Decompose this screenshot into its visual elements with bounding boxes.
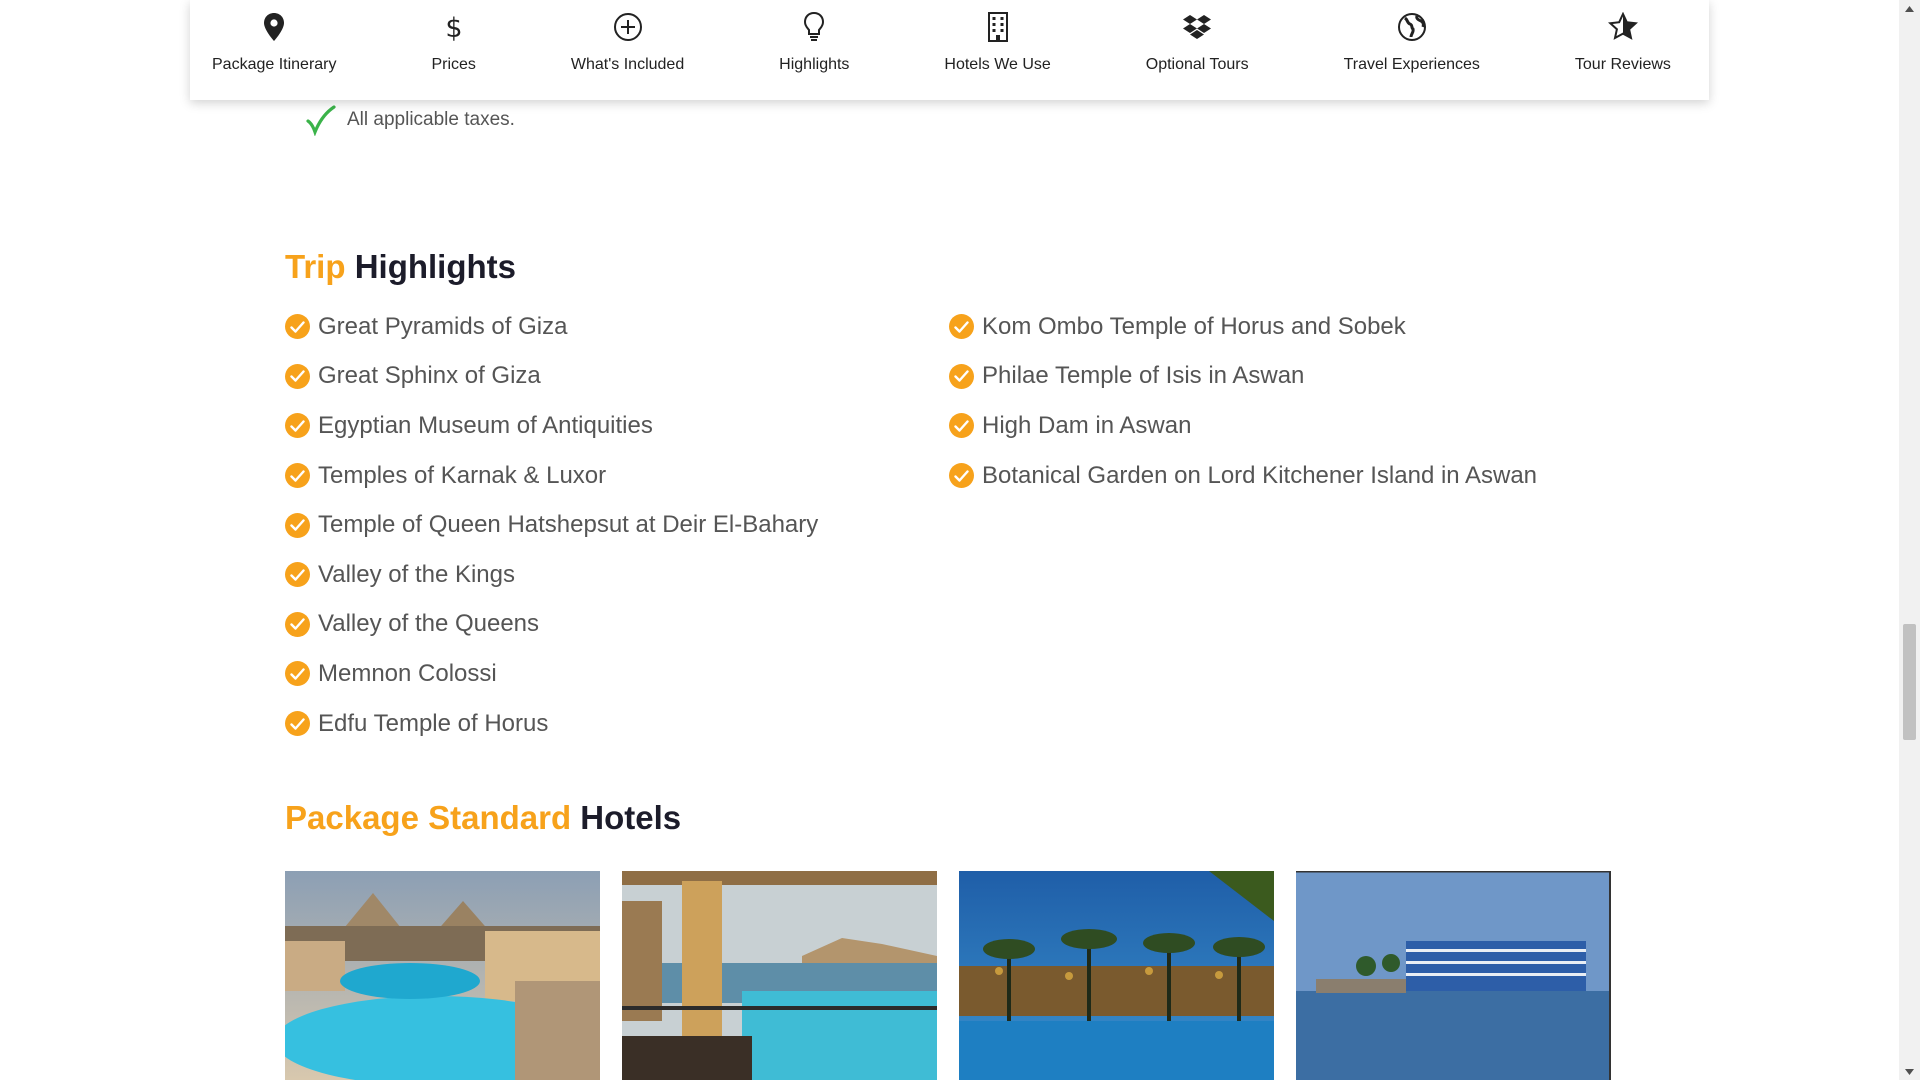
highlight-item: Memnon Colossi [285, 649, 818, 699]
highlight-text: Valley of the Queens [318, 610, 540, 638]
highlight-item: Valley of the Queens [285, 600, 818, 650]
check-circle-icon [285, 562, 310, 588]
highlight-text: High Dam in Aswan [982, 411, 1192, 439]
scroll-down-arrow-icon[interactable] [1899, 1063, 1920, 1080]
check-circle-icon [285, 463, 310, 489]
svg-text:$: $ [445, 13, 462, 42]
hotel-image-nile-hotel[interactable] [1296, 871, 1611, 1080]
highlight-item: Great Pyramids of Giza [285, 302, 818, 352]
plus-circle-icon [612, 11, 644, 43]
scroll-up-arrow-icon[interactable] [1899, 0, 1920, 17]
highlight-text: Botanical Garden on Lord Kitchener Islan… [982, 461, 1538, 489]
highlight-item: Egyptian Museum of Antiquities [285, 401, 818, 451]
tab-label: Package Itinerary [212, 56, 337, 73]
tab-highlights[interactable]: Highlights [779, 0, 849, 100]
highlight-item: Temples of Karnak & Luxor [285, 451, 818, 501]
tab-label: What's Included [570, 56, 685, 73]
scrollbar-thumb[interactable] [1903, 624, 1916, 740]
tab-travel-experiences[interactable]: Travel Experiences [1344, 0, 1480, 100]
highlight-text: Great Sphinx of Giza [318, 362, 541, 390]
highlight-text: Temples of Karnak & Luxor [318, 461, 607, 489]
highlight-item: Kom Ombo Temple of Horus and Sobek [949, 302, 1537, 352]
building-icon [982, 11, 1014, 43]
highlight-text: Valley of the Kings [318, 560, 516, 588]
highlight-text: Great Pyramids of Giza [318, 312, 568, 340]
check-circle-icon [949, 363, 974, 389]
highlight-text: Kom Ombo Temple of Horus and Sobek [982, 312, 1406, 340]
highlight-item: Botanical Garden on Lord Kitchener Islan… [949, 451, 1537, 501]
hotel-image-luxor[interactable] [622, 871, 937, 1080]
highlight-item: Philae Temple of Isis in Aswan [949, 352, 1537, 402]
heading-accent: Trip [285, 248, 346, 285]
tab-label: Highlights [779, 56, 850, 73]
highlight-item: Temple of Queen Hatshepsut at Deir El-Ba… [285, 500, 818, 550]
page-scrollbar[interactable] [1899, 0, 1920, 1080]
tab-label: Hotels We Use [944, 56, 1051, 73]
tab-label: Optional Tours [1145, 56, 1249, 73]
tab-label: Travel Experiences [1343, 56, 1480, 73]
included-item: All applicable taxes. [305, 104, 515, 136]
highlight-text: Egyptian Museum of Antiquities [318, 411, 653, 439]
highlight-text: Edfu Temple of Horus [318, 709, 549, 737]
highlight-text: Temple of Queen Hatshepsut at Deir El-Ba… [318, 511, 819, 539]
check-circle-icon [285, 512, 310, 538]
tab-label: Prices [431, 56, 476, 73]
highlights-list-left: Great Pyramids of Giza Great Sphinx of Gi… [285, 302, 818, 748]
hotel-image-giza[interactable] [285, 871, 600, 1080]
map-pin-icon [258, 11, 290, 43]
check-circle-icon [285, 363, 310, 389]
highlight-text: Memnon Colossi [318, 659, 497, 687]
lightbulb-icon [798, 11, 830, 43]
globe-icon [1396, 11, 1428, 43]
check-circle-icon [285, 314, 310, 340]
tab-package-itinerary[interactable]: Package Itinerary [212, 0, 337, 100]
highlight-item: Great Sphinx of Giza [285, 352, 818, 402]
heading-main: Hotels [580, 799, 682, 836]
check-circle-icon [949, 314, 974, 340]
check-circle-icon [285, 661, 310, 687]
dollar-icon: $ [438, 11, 470, 43]
star-icon [1607, 11, 1639, 43]
tab-hotels-we-use[interactable]: Hotels We Use [944, 0, 1051, 100]
hotel-image-aswan[interactable] [959, 871, 1274, 1080]
dropbox-icon [1181, 11, 1213, 43]
check-circle-icon [285, 611, 310, 637]
heading-main: Highlights [354, 248, 516, 285]
highlight-item: Valley of the Kings [285, 550, 818, 600]
hotel-gallery [285, 871, 1611, 1080]
heading-accent: Package Standard [285, 799, 572, 836]
hotels-heading: Package Standard Hotels [285, 799, 681, 837]
tab-tour-reviews[interactable]: Tour Reviews [1575, 0, 1671, 100]
section-tab-nav: Package Itinerary $ Prices What's Includ… [190, 0, 1709, 100]
tab-label: Tour Reviews [1574, 56, 1671, 73]
included-item-text: All applicable taxes. [347, 109, 515, 130]
highlight-text: Philae Temple of Isis in Aswan [982, 362, 1305, 390]
tab-prices[interactable]: $ Prices [431, 0, 475, 100]
highlight-item: High Dam in Aswan [949, 401, 1537, 451]
tab-whats-included[interactable]: What's Included [571, 0, 684, 100]
check-circle-icon [285, 711, 310, 737]
check-circle-icon [949, 463, 974, 489]
highlights-list-right: Kom Ombo Temple of Horus and Sobek Philae… [949, 302, 1537, 500]
check-circle-icon [949, 413, 974, 439]
tab-optional-tours[interactable]: Optional Tours [1146, 0, 1249, 100]
check-icon [306, 105, 336, 136]
check-circle-icon [285, 413, 310, 439]
highlights-heading: Trip Highlights [285, 248, 516, 286]
highlight-item: Edfu Temple of Horus [285, 699, 818, 749]
